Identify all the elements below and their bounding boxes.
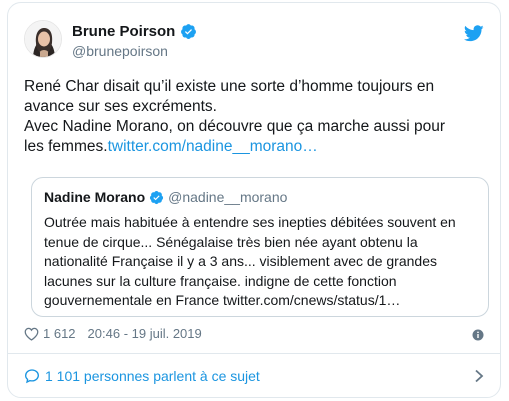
author-name-row[interactable]: Brune Poirson (72, 23, 197, 40)
divider (8, 353, 500, 354)
tweet-embed-card: Brune Poirson @brunepoirson René Char di… (7, 2, 501, 398)
quoted-author-handle: @nadine__morano (168, 189, 288, 205)
author-handle[interactable]: @brunepoirson (72, 43, 168, 59)
verified-icon (150, 190, 164, 204)
avatar-image (25, 21, 61, 57)
comment-bubble-icon (24, 369, 40, 384)
quoted-text-line: tenue de cirque... Sénégalaise très bien… (44, 233, 418, 250)
tweet-text-line: avance sur ses excréments. (24, 98, 217, 115)
quoted-text-line: lacunes sur la culture française. indign… (44, 272, 397, 289)
verified-icon (181, 24, 197, 39)
tweet-text-line: Avec Nadine Morano, on découvre que ça m… (24, 118, 446, 135)
timestamp[interactable]: 20:46 - 19 juil. 2019 (88, 326, 202, 341)
twitter-bird-icon[interactable] (464, 25, 484, 42)
heart-icon[interactable] (24, 327, 39, 341)
quoted-tweet[interactable]: Nadine Morano @nadine__morano Outrée mai… (31, 177, 489, 317)
tweet-text-line: René Char disait qu’il existe une sorte … (24, 78, 435, 95)
chevron-right-icon[interactable] (474, 369, 484, 383)
tweet-text: René Char disait qu’il existe une sorte … (24, 77, 486, 157)
quoted-tweet-text: Outrée mais habituée à entendre ses inep… (44, 213, 480, 311)
quoted-text-line: nationalité Française il y a 3 ans... vi… (44, 253, 437, 269)
quoted-text-line: Outrée mais habituée à entendre ses inep… (44, 214, 456, 230)
tweet-link[interactable]: twitter.com/nadine__morano… (108, 138, 318, 155)
tweet-text-line: les femmes. (24, 138, 108, 155)
conversation-link[interactable]: 1 101 personnes parlent à ce sujet (24, 363, 484, 389)
quoted-tweet-header: Nadine Morano @nadine__morano (44, 189, 287, 205)
quoted-author-name: Nadine Morano (44, 189, 146, 205)
tweet-meta: 1 612 20:46 - 19 juil. 2019 (24, 326, 484, 341)
tweet-text-last-line: les femmes.twitter.com/nadine__morano… (24, 137, 486, 157)
conversation-count-label[interactable]: 1 101 personnes parlent à ce sujet (45, 368, 260, 384)
quoted-text-line: gouvernementale en France twitter.com/cn… (44, 292, 401, 308)
avatar[interactable] (24, 20, 62, 58)
like-count[interactable]: 1 612 (43, 326, 76, 341)
author-name[interactable]: Brune Poirson (72, 23, 175, 40)
info-icon[interactable] (472, 329, 484, 341)
